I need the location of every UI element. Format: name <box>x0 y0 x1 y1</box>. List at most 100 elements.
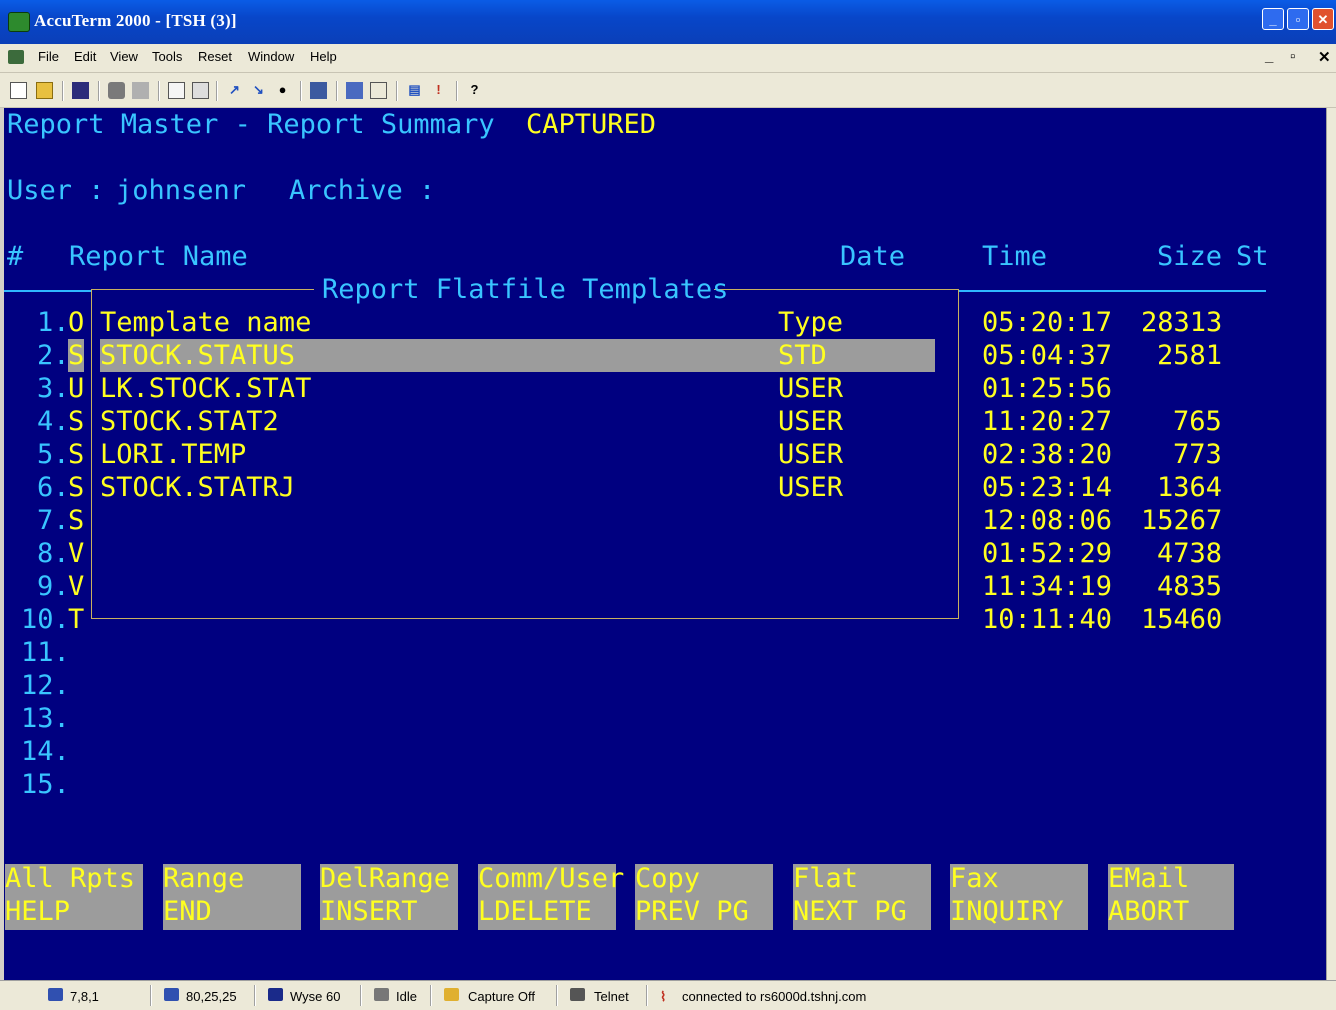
open-icon[interactable] <box>36 82 53 99</box>
row-letter: U <box>68 373 85 404</box>
row-num: 14. <box>21 736 70 767</box>
help-icon[interactable]: ? <box>466 82 483 99</box>
cancel-transfer-icon[interactable]: ● <box>274 82 291 99</box>
app-icon[interactable] <box>8 12 30 32</box>
protocol: Telnet <box>594 989 629 1004</box>
row-letter: S <box>68 472 85 503</box>
fkey-comm-user[interactable]: Comm/User LDELETE <box>478 863 624 930</box>
row-num: 6. <box>37 472 70 503</box>
menu-reset[interactable]: Reset <box>198 49 232 64</box>
row-letter: S <box>68 439 85 470</box>
fkey-email[interactable]: EMail ABORT <box>1108 863 1234 930</box>
capture-status: Capture Off <box>468 989 535 1004</box>
template-name[interactable]: STOCK.STATRJ <box>100 471 295 504</box>
row-size: 2581 <box>1157 340 1223 371</box>
fkey-flat[interactable]: Flat NEXT PG <box>793 863 931 930</box>
emulation-type: Wyse 60 <box>290 989 341 1004</box>
vertical-scrollbar[interactable] <box>1326 108 1336 980</box>
row-time: 01:52:29 <box>982 538 1113 569</box>
maximize-button[interactable]: ▫ <box>1287 8 1309 30</box>
row-letter: S <box>68 406 85 437</box>
row-num: 10. <box>21 604 70 635</box>
send-icon[interactable]: ↗ <box>226 82 243 99</box>
archive-label: Archive : <box>289 175 436 206</box>
menu-tools[interactable]: Tools <box>152 49 182 64</box>
col-time: Time <box>982 241 1048 272</box>
fkey-all-rpts[interactable]: All Rpts HELP <box>5 863 143 930</box>
col-st: St <box>1236 241 1269 272</box>
copy-icon[interactable] <box>168 82 185 99</box>
captured-status: CAPTURED <box>526 109 657 140</box>
screen-size-icon <box>164 988 179 1001</box>
menu-view[interactable]: View <box>110 49 138 64</box>
cursor-position: 7,8,1 <box>70 989 99 1004</box>
template-name[interactable]: LORI.TEMP <box>100 438 246 471</box>
row-size: 15267 <box>1141 505 1223 536</box>
row-letter: T <box>68 604 85 635</box>
menu-edit[interactable]: Edit <box>74 49 96 64</box>
menu-window[interactable]: Window <box>248 49 294 64</box>
window-title: AccuTerm 2000 - [TSH (3)] <box>34 11 237 30</box>
new-icon[interactable] <box>10 82 27 99</box>
break-icon[interactable]: ! <box>430 82 447 99</box>
fkey-delrange[interactable]: DelRange INSERT <box>320 863 458 930</box>
col-report-name: Report Name <box>69 241 248 272</box>
settings-icon[interactable] <box>310 82 327 99</box>
row-time: 12:08:06 <box>982 505 1113 536</box>
row-letter: O <box>68 307 85 338</box>
row-time: 05:20:17 <box>982 307 1113 338</box>
print-screen-icon[interactable] <box>132 82 149 99</box>
col-size: Size <box>1157 241 1223 272</box>
template-name[interactable]: STOCK.STAT2 <box>100 405 279 438</box>
row-num: 3. <box>37 373 70 404</box>
row-size: 773 <box>1173 439 1222 470</box>
row-num: 5. <box>37 439 70 470</box>
terminal-screen[interactable]: Report Master - Report Summary CAPTURED … <box>4 108 1326 980</box>
fkey-fax[interactable]: Fax INQUIRY <box>950 863 1088 930</box>
row-num: 11. <box>21 637 70 668</box>
row-letter: S <box>68 505 85 536</box>
row-size: 4738 <box>1157 538 1223 569</box>
row-size: 4835 <box>1157 571 1223 602</box>
receive-icon[interactable]: ↘ <box>250 82 267 99</box>
print-icon[interactable] <box>108 82 125 99</box>
template-name[interactable]: LK.STOCK.STAT <box>100 372 311 405</box>
row-size: 28313 <box>1141 307 1223 338</box>
keyboard-icon[interactable] <box>346 82 363 99</box>
row-time: 02:38:20 <box>982 439 1113 470</box>
row-num: 7. <box>37 505 70 536</box>
capture-icon[interactable]: ▤ <box>406 82 423 99</box>
popup-title: Report Flatfile Templates <box>322 274 729 305</box>
close-button[interactable]: ✕ <box>1312 8 1334 30</box>
title-bar[interactable]: AccuTerm 2000 - [TSH (3)] _ ▫ ✕ <box>0 0 1336 44</box>
row-num: 4. <box>37 406 70 437</box>
row-num: 9. <box>37 571 70 602</box>
screen-title: Report Master - Report Summary <box>7 109 495 140</box>
template-name[interactable]: STOCK.STATUS <box>100 339 295 372</box>
popup-col-type: Type <box>778 307 844 338</box>
row-letter: V <box>68 538 85 569</box>
minimize-button[interactable]: _ <box>1262 8 1284 30</box>
user-value: johnsenr <box>116 175 247 206</box>
document-icon[interactable] <box>8 50 24 64</box>
row-time: 05:23:14 <box>982 472 1113 503</box>
row-num: 1. <box>37 307 70 338</box>
mdi-minimize-icon[interactable]: _ <box>1265 48 1273 65</box>
row-num: 12. <box>21 670 70 701</box>
header-rule-right <box>959 290 1266 292</box>
toolbar: ↗ ↘ ● ▤ ! ? <box>0 73 1336 108</box>
fkey-copy[interactable]: Copy PREV PG <box>635 863 773 930</box>
user-label: User : <box>7 175 105 206</box>
paste-icon[interactable] <box>192 82 209 99</box>
row-num: 2. <box>37 340 70 371</box>
save-icon[interactable] <box>72 82 89 99</box>
menu-help[interactable]: Help <box>310 49 337 64</box>
macro-icon[interactable] <box>370 82 387 99</box>
fkey-range[interactable]: Range END <box>163 863 301 930</box>
menu-file[interactable]: File <box>38 49 59 64</box>
row-time: 05:04:37 <box>982 340 1113 371</box>
mdi-close-icon[interactable]: ✕ <box>1318 48 1331 66</box>
row-size: 765 <box>1173 406 1222 437</box>
terminal-type-icon <box>268 988 283 1001</box>
mdi-restore-icon[interactable]: ▫ <box>1290 48 1295 65</box>
